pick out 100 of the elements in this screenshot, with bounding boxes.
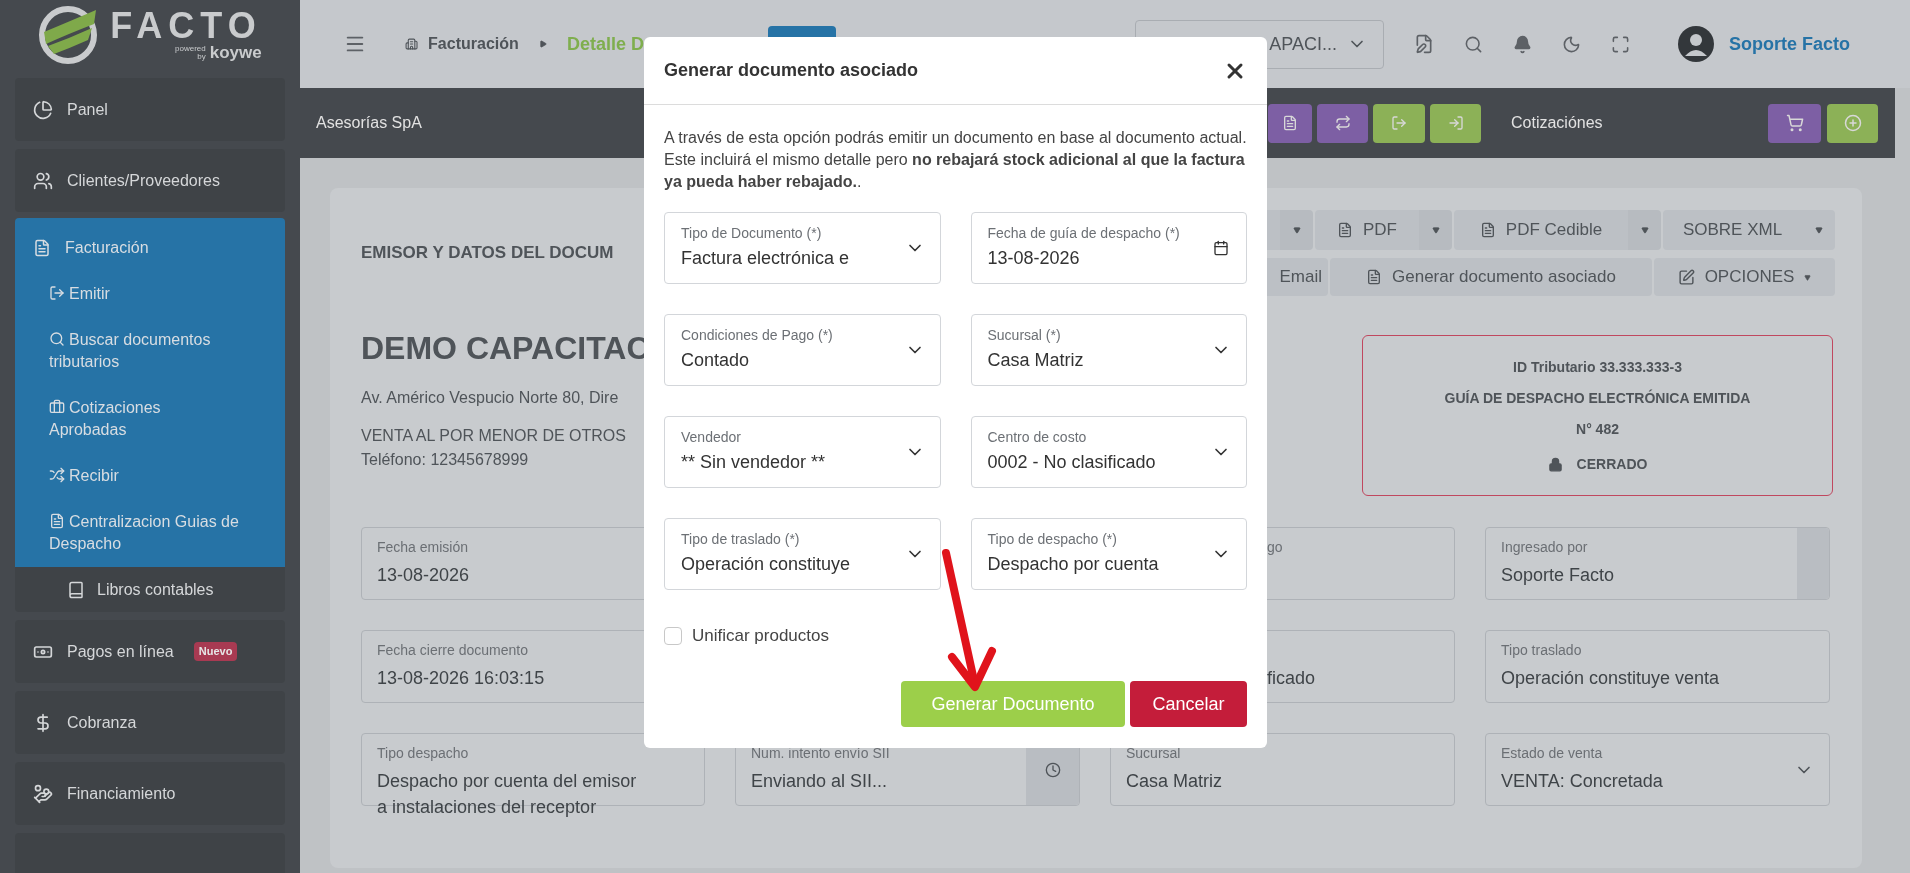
search-icon[interactable] [1464,34,1483,54]
section-heading: EMISOR Y DATOS DEL DOCUM [361,242,614,265]
bell-icon[interactable] [1513,34,1532,54]
pdf-file-icon [1337,222,1353,238]
field-value: Casa Matriz [1126,770,1223,793]
field-value: Operación constituye venta [1501,667,1720,690]
sidebar-label: Clientes/Proveedores [67,170,220,191]
sidebar-item[interactable]: Facturación Emitir Buscar documentos tributarios Cotizaciones Aprobadas Recibir Centralizacion Guias de Despacho [15,218,285,567]
sidebar-item[interactable]: Financiamiento [15,762,285,825]
dropdown-toggle[interactable] [1802,210,1835,250]
section-title: Cotizaciónes [1511,113,1603,133]
field-label: Fecha emisión [377,538,469,557]
search-icon [49,331,65,347]
date-field[interactable]: Fecha de guía de despacho (*) 13-08-2026 [970,212,1247,284]
exit-icon [1391,115,1407,131]
checkbox-option[interactable]: Unificar productos [664,626,1247,646]
pdf-file-icon [1479,222,1496,238]
submenu-link[interactable]: Cotizaciones Aprobadas [49,397,240,441]
submenu-link[interactable]: Centralizacion Guias de Despacho [49,511,240,555]
submenu-link[interactable]: Emitir [49,283,240,305]
new-badge: Nuevo [193,642,238,661]
edit-document-icon[interactable] [1414,34,1434,54]
field-label: Tipo despacho [377,744,469,763]
action-button[interactable]: SOBRE XML [1663,210,1802,250]
caret-icon [1431,226,1440,234]
action-button[interactable]: OPCIONES [1654,258,1835,296]
field-value: Soporte Facto [1501,564,1615,587]
edit-icon [1677,268,1695,286]
document-icon [49,513,65,529]
dropdown-toggle[interactable] [1628,210,1661,250]
form-field[interactable]: Estado de venta VENTA: Concretada [1485,733,1830,806]
sidebar-item[interactable]: Cobranza [15,691,285,754]
document-icon [1282,115,1298,131]
enter-icon [1447,115,1464,131]
moon-icon[interactable] [1562,34,1581,54]
select-field[interactable]: Centro de costo 0002 - No clasificado [970,416,1247,488]
select-field[interactable]: Tipo de despacho (*) Despacho por cuenta [970,518,1247,590]
select-field[interactable]: Sucursal (*) Casa Matriz [970,314,1247,386]
address-text: Av. Américo Vespucio Norte 80, Dire [361,388,620,408]
field-label: Fecha cierre documento [377,641,528,660]
field-value: ficado [1267,667,1316,690]
plus-icon [1843,114,1862,132]
fullscreen-icon[interactable] [1611,34,1630,54]
submenu-link[interactable]: Buscar documentos tributarios [49,329,240,373]
phone-text: Teléfono: 12345678999 [361,450,530,470]
caret-icon [538,39,547,49]
dropdown-toggle[interactable] [1419,210,1452,250]
status-box: ID Tributario 33.333.333-3 GUÍA DE DESPACHO ELECTRÓNICA EMITIDA N° 482 CERRADO [1362,335,1833,496]
sidebar-item[interactable]: Pagos en línea Nuevo [15,620,285,683]
action-button[interactable]: PDF Cedible [1454,210,1628,250]
caret-icon [1804,273,1812,281]
sidebar-label: Financiamiento [67,783,176,804]
export-button[interactable] [1373,103,1425,143]
pie-chart-icon [33,99,53,120]
document-icon [33,239,51,257]
briefcase-icon [49,399,65,415]
field-label: Estado de venta [1501,744,1603,763]
action-button[interactable]: PDF [1315,210,1419,250]
dialog-description: A través de esta opción podrás emitir un documento en base al documento actual. Este incluirá el mismo detalle pero no rebajará stock adicional al que la factura ya pueda haber rebajado.. [664,128,1247,192]
checkbox[interactable] [664,627,682,645]
submenu-label: Libros contables [97,579,214,600]
submenu-item[interactable]: Libros contables [15,567,285,612]
select-field[interactable]: Tipo de Documento (*) Factura electrónica e [664,212,941,284]
field-label: go [1267,538,1283,557]
select-field[interactable]: Tipo de traslado (*) Operación constituye [664,518,941,590]
field-value: Enviando al SII... [751,770,888,793]
cart-button[interactable] [1768,103,1821,143]
sidebar-item[interactable]: Clientes/Proveedores [15,149,285,212]
select-field[interactable]: Condiciones de Pago (*) Contado [664,314,941,386]
select-field[interactable]: Vendedor ** Sin vendedor ** [664,416,941,488]
field-label: Num. intento envío SII [751,744,890,763]
caret-icon [1814,226,1823,234]
users-icon [33,170,53,191]
caret-icon [1640,226,1649,234]
sidebar-label: Pagos en línea [67,641,174,662]
import-button[interactable] [1430,103,1481,143]
convert-button[interactable] [1317,103,1368,143]
field-value: VENTA: Concretada [1501,770,1663,793]
book-icon [67,580,85,599]
dialog-title: Generar documento asociado [664,59,919,82]
checkbox-label: Unificar productos [692,625,829,648]
dropdown-toggle[interactable] [1280,210,1313,250]
calendar-icon[interactable] [1213,240,1229,256]
shuffle-icon [49,467,65,483]
document-button[interactable] [1268,103,1312,143]
user-name[interactable]: Soporte Facto [1729,30,1850,58]
sidebar-label: Cobranza [67,712,137,733]
add-button[interactable] [1827,103,1878,143]
submenu-link[interactable]: Recibir [49,465,240,487]
company-title: DEMO CAPACITAC [361,330,650,366]
cancel-button[interactable]: Cancelar [1130,681,1247,727]
repeat-icon [1334,115,1351,131]
field-label: Sucursal [1126,744,1181,763]
building-icon [405,36,419,52]
action-button[interactable]: Generar documento asociado [1330,258,1652,296]
sidebar-item[interactable]: Panel [15,78,285,141]
hand-coins-icon [33,783,53,804]
breadcrumb-link[interactable]: Facturación [428,32,519,56]
avatar-icon[interactable] [1678,26,1714,62]
sidebar-label: Panel [67,99,108,120]
